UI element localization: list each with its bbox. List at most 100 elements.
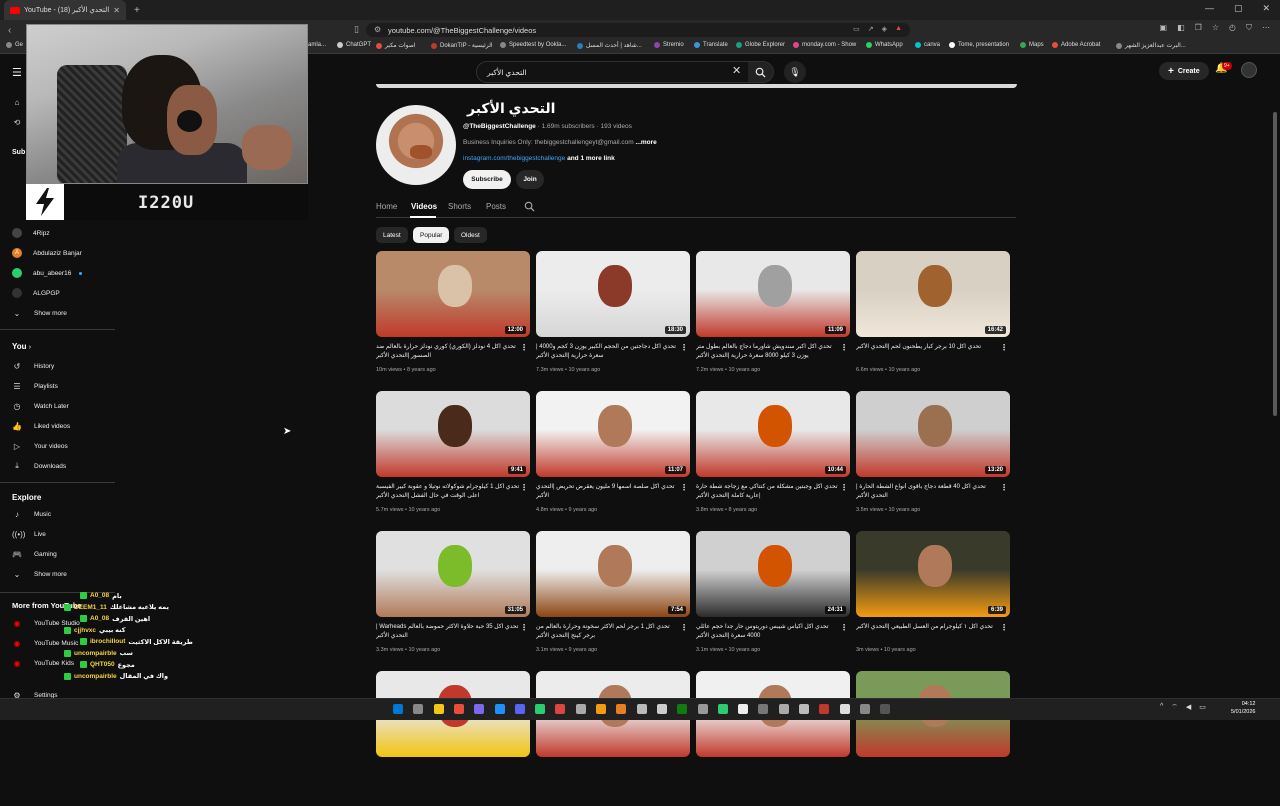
taskbar-app-icon[interactable] xyxy=(474,704,485,714)
taskbar-app-icon[interactable] xyxy=(575,704,586,714)
tab-home[interactable]: Home xyxy=(376,202,397,211)
video-title[interactable]: تحدي اكل 1 كيلوجرام شوكولاته نوتيلا و عق… xyxy=(376,483,520,501)
close-window-icon[interactable]: ✕ xyxy=(1262,3,1270,14)
sidebar-item-gaming[interactable]: 🎮 Gaming xyxy=(0,545,115,563)
video-more-options-icon[interactable]: ⋮ xyxy=(520,343,528,352)
bookmark-item[interactable]: البرت عبدالعزيز الشهر... xyxy=(1116,42,1186,49)
sidebar-item-history[interactable]: ↺ History xyxy=(0,357,115,375)
taskbar-app-icon[interactable] xyxy=(413,704,424,714)
bookmark-item[interactable]: Maps xyxy=(1020,42,1044,48)
video-card[interactable]: 11:09 تحدي اكل اكبر سندويش شاورما دجاج با… xyxy=(696,251,850,386)
taskbar-app-icon[interactable] xyxy=(880,704,891,714)
taskbar-app-icon[interactable] xyxy=(596,704,606,714)
wifi-icon[interactable]: ⌔ xyxy=(1171,703,1178,712)
taskbar-app-icon[interactable] xyxy=(778,704,789,714)
video-thumbnail[interactable]: 11:07 xyxy=(536,391,690,477)
sidebar-item-subscription[interactable]: A Abdulaziz Banjar xyxy=(0,244,115,262)
taskbar-app-icon[interactable] xyxy=(717,704,728,714)
bookmark-item[interactable]: WhatsApp xyxy=(866,42,903,48)
bookmark-item[interactable]: canva xyxy=(915,42,940,48)
video-title[interactable]: تحدي اكل 10 برجر كبار يطحنون لحم |التحدي… xyxy=(856,343,1000,361)
video-card[interactable]: 31:05 تحدي اكل 35 حبة حلاوة الاكثر حموضة … xyxy=(376,531,530,666)
video-more-options-icon[interactable]: ⋮ xyxy=(1000,623,1008,632)
video-card[interactable] xyxy=(696,671,850,806)
sidebar-item-subscription[interactable]: ALGPGP xyxy=(0,284,115,302)
taskbar-app-icon[interactable] xyxy=(453,704,464,714)
video-thumbnail[interactable]: 9:41 xyxy=(376,391,530,477)
history-icon[interactable]: ◴ xyxy=(1229,23,1236,33)
video-card[interactable]: 9:41 تحدي اكل 1 كيلوجرام شوكولاته نوتيلا … xyxy=(376,391,530,526)
menu-icon[interactable]: ☰ xyxy=(12,66,22,79)
tab-shorts[interactable]: Shorts xyxy=(448,202,471,211)
sidebar-item-live[interactable]: ((•)) Live xyxy=(0,525,115,543)
subscriptions-heading[interactable]: Sub xyxy=(12,149,25,156)
maximize-icon[interactable]: ▢ xyxy=(1234,3,1243,14)
taskbar-app-icon[interactable] xyxy=(433,704,444,714)
taskbar-app-icon[interactable] xyxy=(799,704,809,714)
video-title[interactable]: تحدي اكل 40 قطعة دجاج بأقوى أنواع الشطة … xyxy=(856,483,1000,501)
video-title[interactable]: تحدي اكل اكبر سندويش شاورما دجاج بالعالم… xyxy=(696,343,840,361)
video-thumbnail[interactable]: 24:31 xyxy=(696,531,850,617)
bookmark-item[interactable]: Adobe Acrobat xyxy=(1052,42,1100,48)
search-input[interactable]: التحدي الأكبر xyxy=(476,61,750,83)
subscribe-button[interactable]: Subscribe xyxy=(463,170,511,189)
video-thumbnail[interactable]: 11:09 xyxy=(696,251,850,337)
video-title[interactable]: تحدي اكل وجبتين مشكلة من كنتاكي مع زجاجة… xyxy=(696,483,840,501)
taskbar-app-icon[interactable] xyxy=(738,704,749,714)
taskbar-app-icon[interactable] xyxy=(514,704,525,714)
video-card[interactable] xyxy=(376,671,530,806)
video-card[interactable] xyxy=(856,671,1010,806)
channel-description[interactable]: Business Inquiries Only: thebiggestchall… xyxy=(463,139,657,146)
channel-links[interactable]: instagram.com/thebiggestchallenge and 1 … xyxy=(463,155,615,162)
video-title[interactable]: تحدي اكل 35 حبة حلاوة الاكثر حموضة بالعا… xyxy=(376,623,520,641)
sidebar-item-downloads[interactable]: ⤓ Downloads xyxy=(0,457,115,475)
extension-icon[interactable]: ◈ xyxy=(882,25,887,33)
new-tab-icon[interactable]: + xyxy=(134,5,140,16)
channel-search-icon[interactable] xyxy=(524,201,535,214)
you-heading[interactable]: You › xyxy=(12,342,31,351)
video-title[interactable]: تحدي اكل دجاجتين من الحجم الكبير يوزن 3 … xyxy=(536,343,680,361)
bookmark-item[interactable]: monday.com - Show xyxy=(793,42,856,48)
battery-icon[interactable]: ▭ xyxy=(1199,703,1206,712)
adblock-icon[interactable]: ▲ xyxy=(895,25,902,33)
sidebar-item-playlists[interactable]: ☰ Playlists xyxy=(0,377,115,395)
search-button[interactable] xyxy=(748,61,774,83)
bookmark-item[interactable]: Globe Explorer xyxy=(736,42,785,48)
taskbar-app-icon[interactable] xyxy=(697,704,708,714)
video-title[interactable]: تحدي اكل 4 نودلز (الكوري) كوري نودلز حرا… xyxy=(376,343,520,361)
video-title[interactable]: تحدي اكل ١ كيلوجرام من العسل الطبيعي |ال… xyxy=(856,623,1000,641)
video-thumbnail[interactable]: 13:20 xyxy=(856,391,1010,477)
video-card[interactable]: 7:54 تحدي اكل 1 برجر لحم الاكثر سخونة وحر… xyxy=(536,531,690,666)
sidebar-show-more[interactable]: ⌄ Show more xyxy=(0,304,115,322)
sidebar-show-more[interactable]: ⌄ Show more xyxy=(0,565,115,583)
address-bar[interactable]: ⚙ youtube.com/@TheBiggestChallenge/video… xyxy=(366,23,910,37)
video-card[interactable]: 16:42 تحدي اكل 10 برجر كبار يطحنون لحم |ا… xyxy=(856,251,1010,386)
video-title[interactable]: تحدي اكل 1 برجر لحم الاكثر سخونة وحرارة … xyxy=(536,623,680,641)
chip-popular[interactable]: Popular xyxy=(413,227,450,243)
taskbar-app-icon[interactable] xyxy=(819,704,830,714)
taskbar-app-icon[interactable] xyxy=(636,704,647,714)
tab-videos[interactable]: Videos xyxy=(411,202,437,211)
windows-start-icon[interactable] xyxy=(393,704,403,714)
video-title[interactable]: تحدي اكل اكياس شيبس دوريتوس حار جدا حجم … xyxy=(696,623,840,641)
video-more-options-icon[interactable]: ⋮ xyxy=(680,483,688,492)
tabs-icon[interactable]: ❐ xyxy=(1195,23,1202,33)
minimize-icon[interactable]: — xyxy=(1205,3,1214,14)
taskbar-app-icon[interactable] xyxy=(616,704,627,714)
bookmark-item[interactable]: Ge xyxy=(6,42,23,48)
back-icon[interactable]: ‹ xyxy=(8,25,11,36)
close-tab-icon[interactable]: ✕ xyxy=(113,6,120,15)
page-scrollbar[interactable] xyxy=(1273,112,1277,416)
video-more-options-icon[interactable]: ⋮ xyxy=(840,343,848,352)
sidebar-item-liked-videos[interactable]: 👍 Liked videos xyxy=(0,417,115,435)
chevron-up-icon[interactable]: ^ xyxy=(1160,703,1163,712)
taskbar-app-icon[interactable] xyxy=(494,704,505,714)
settings-menu-icon[interactable]: ⋯ xyxy=(1262,23,1270,33)
taskbar-clock[interactable]: 04:12 5/01/2026 xyxy=(1231,700,1255,716)
taskbar-app-icon[interactable] xyxy=(839,704,850,714)
volume-icon[interactable]: ◀ xyxy=(1186,703,1191,712)
tab-posts[interactable]: Posts xyxy=(486,202,506,211)
taskbar-app-icon[interactable] xyxy=(656,704,667,714)
taskbar-app-icon[interactable] xyxy=(758,704,769,714)
sidebar-item-music[interactable]: ♪ Music xyxy=(0,505,115,523)
